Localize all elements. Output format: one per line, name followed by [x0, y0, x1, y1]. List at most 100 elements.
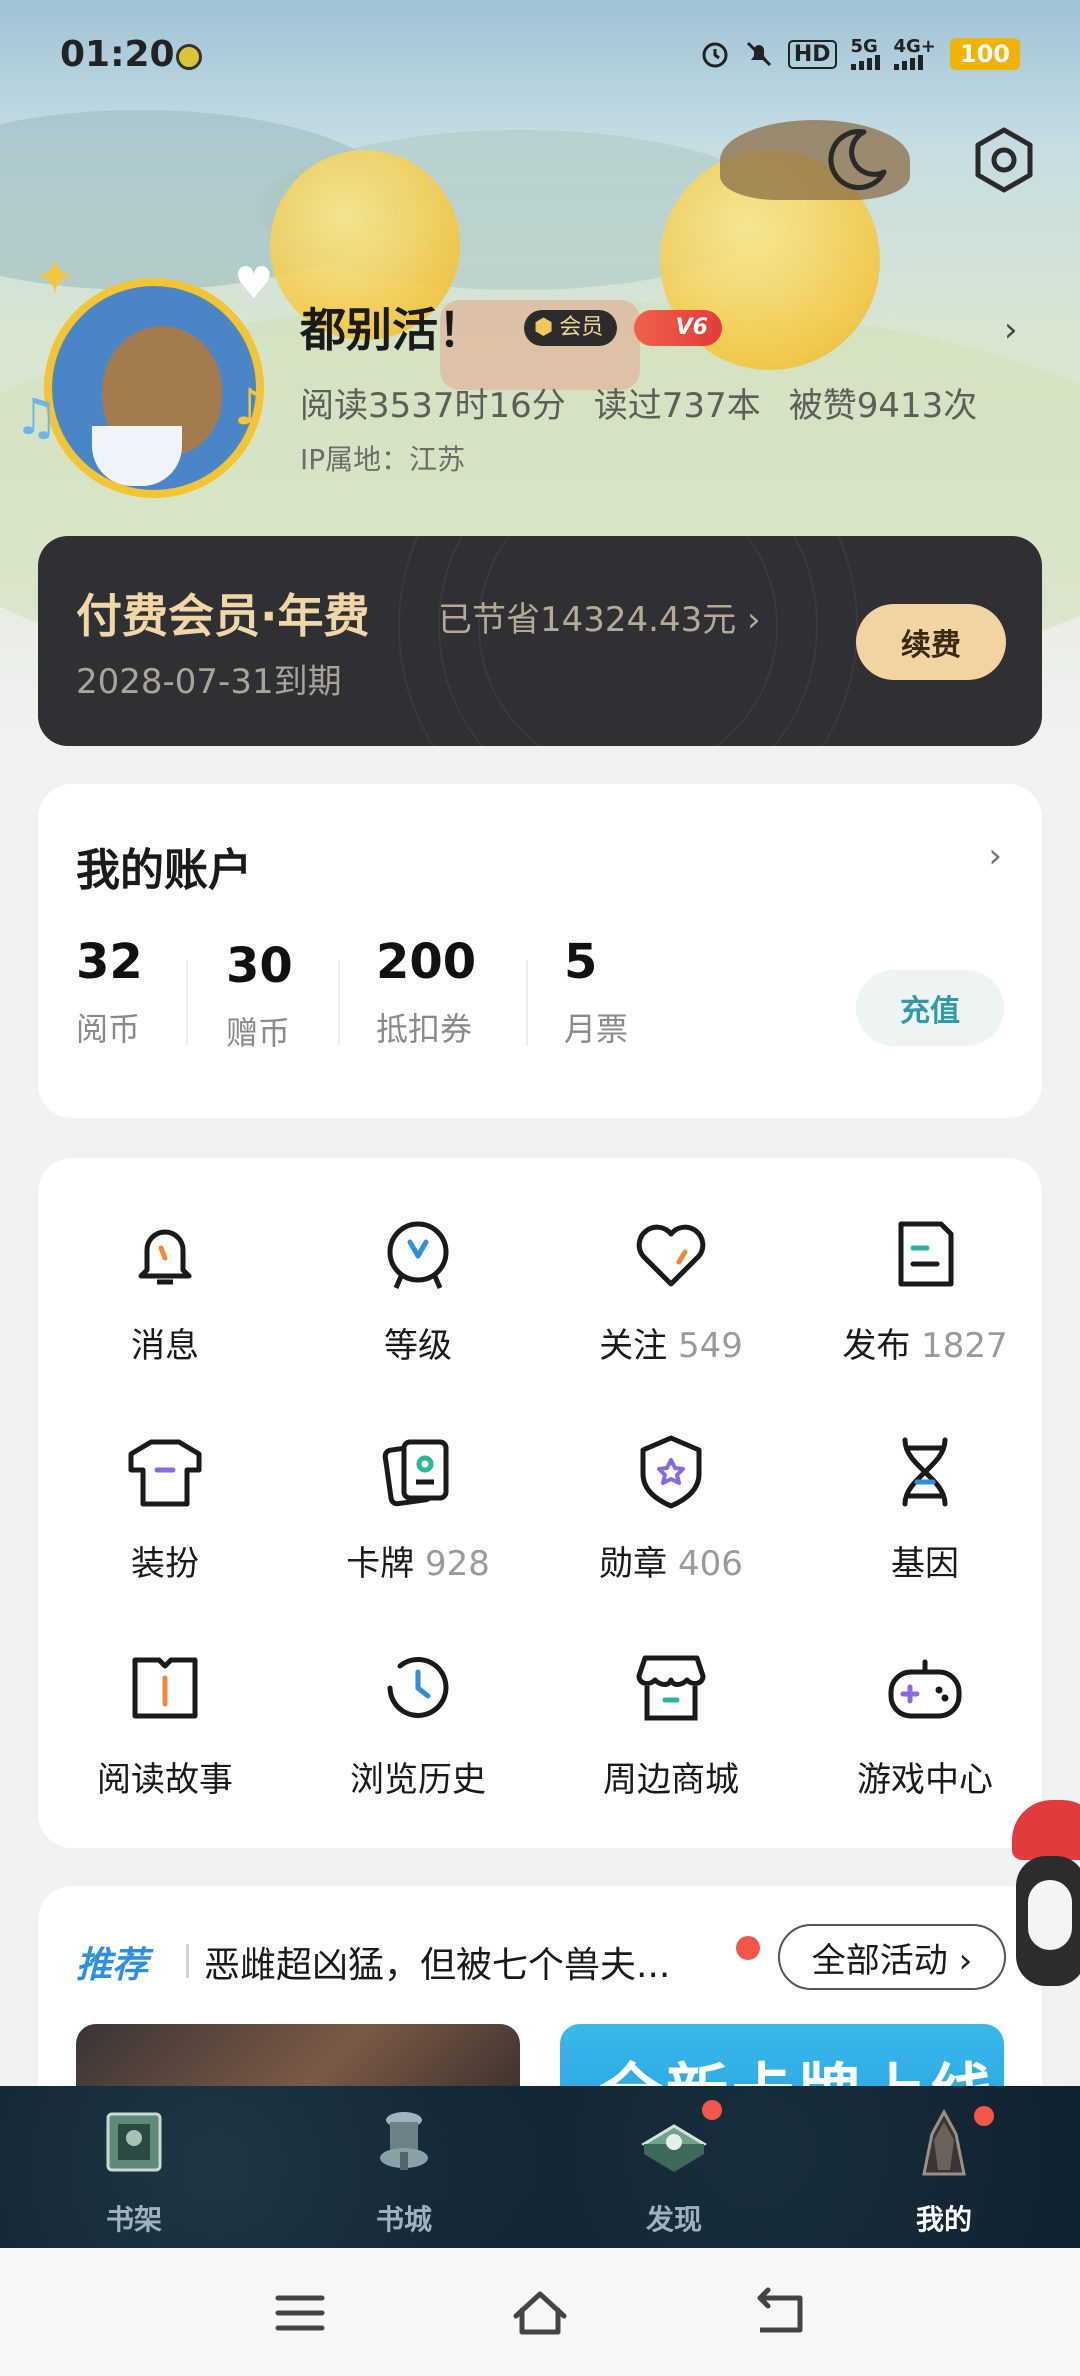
feature-follow[interactable]: 关注 549	[546, 1212, 796, 1367]
back-icon[interactable]	[750, 2286, 810, 2340]
member-badge[interactable]: ⬢ 会员	[524, 310, 618, 346]
mine-notification-dot	[974, 2106, 994, 2126]
account-label: 抵扣券	[376, 1010, 473, 1048]
moon-icon[interactable]	[820, 124, 892, 196]
account-item-monthly-ticket[interactable]: 5 月票	[564, 934, 628, 1050]
divider	[338, 960, 340, 1046]
menu-icon[interactable]	[270, 2286, 330, 2340]
membership-card[interactable]: 付费会员·年费 已节省14324.43元 › 2028-07-31到期 续费	[38, 536, 1042, 746]
account-item-voucher[interactable]: 200 抵扣券	[376, 934, 476, 1050]
bell-icon	[138, 1229, 192, 1285]
bottom-tab-bar: 书架 书城 发现 我的	[0, 2086, 1080, 2248]
chevron-right-icon[interactable]: ›	[988, 836, 1002, 876]
music-note-icon: ♪	[234, 378, 266, 436]
recharge-button[interactable]: 充值	[856, 970, 1004, 1046]
avatar-image	[44, 278, 264, 498]
level-icon	[387, 1221, 449, 1289]
tab-label: 书架	[105, 2203, 162, 2236]
account-value: 30	[226, 938, 293, 994]
feature-gene[interactable]: 基因	[800, 1430, 1050, 1585]
feature-grid: 消息 等级 关注 549 发布 1827 装扮 卡牌 928 勋章 406 基因…	[38, 1158, 1042, 1848]
heart-icon	[636, 1224, 706, 1287]
tab-label: 发现	[645, 2203, 702, 2236]
status-bar: 01:20 HD 5G 4G+ 100	[0, 0, 1080, 110]
feature-medals[interactable]: 勋章 406	[546, 1430, 796, 1585]
all-activities-button[interactable]: 全部活动 ›	[778, 1924, 1006, 1990]
profile-stats: 阅读3537时16分 读过737本 被赞9413次	[300, 378, 977, 427]
reading-time: 阅读3537时16分	[300, 386, 566, 426]
feature-dressup[interactable]: 装扮	[40, 1430, 290, 1585]
account-item-zengbi[interactable]: 30 赠币	[226, 934, 293, 1054]
gamepad-icon	[888, 1659, 962, 1719]
bookstore-icon	[380, 2112, 428, 2170]
feature-history[interactable]: 浏览历史	[293, 1646, 543, 1801]
hd-icon: HD	[787, 39, 837, 69]
discover-notification-dot	[702, 2100, 722, 2120]
heart-deco-icon: ♥	[234, 258, 274, 309]
feature-label: 卡牌	[346, 1544, 415, 1584]
membership-saved[interactable]: 已节省14324.43元 ›	[438, 592, 761, 641]
book-icon	[132, 1657, 198, 1719]
renew-button[interactable]: 续费	[856, 604, 1006, 680]
app-notification-icon	[176, 44, 202, 70]
tab-bookshelf[interactable]: 书架	[34, 2100, 234, 2238]
membership-expiry: 2028-07-31到期	[76, 662, 342, 702]
feature-count: 1827	[921, 1326, 1008, 1366]
account-title[interactable]: 我的账户	[76, 834, 252, 898]
feature-label: 勋章	[599, 1544, 668, 1584]
recommend-headline[interactable]: 恶雌超凶猛，但被七个兽夫...	[204, 1936, 670, 1988]
tab-bookstore[interactable]: 书城	[304, 2100, 504, 2238]
cards-icon	[382, 1439, 449, 1507]
vip-level-badge[interactable]: V6	[634, 310, 722, 346]
feature-messages[interactable]: 消息	[40, 1212, 290, 1367]
divider	[526, 960, 528, 1046]
divider	[186, 1944, 189, 1978]
avatar[interactable]: ✦ ♥ ♪ ♫	[14, 248, 274, 508]
home-icon[interactable]	[510, 2286, 570, 2340]
tab-mine[interactable]: 我的	[844, 2100, 1044, 2238]
feature-shop[interactable]: 周边商城	[546, 1646, 796, 1801]
feature-label: 周边商城	[603, 1760, 739, 1800]
history-icon	[387, 1657, 449, 1718]
feature-label: 游戏中心	[857, 1760, 993, 1800]
feature-label: 等级	[384, 1326, 452, 1366]
membership-title: 付费会员·年费	[76, 589, 370, 643]
feature-label: 发布	[842, 1326, 911, 1366]
feature-label: 消息	[131, 1326, 199, 1366]
medal-icon	[640, 1435, 702, 1509]
likes-received: 被赞9413次	[788, 386, 978, 426]
status-time: 01:20	[60, 34, 175, 75]
username[interactable]: 都别活！	[300, 294, 484, 360]
feature-label: 浏览历史	[350, 1760, 486, 1800]
dna-icon	[902, 1437, 948, 1507]
tab-label: 我的	[915, 2203, 972, 2236]
member-shield-icon: ⬢	[534, 315, 554, 340]
tab-discover[interactable]: 发现	[574, 2100, 774, 2238]
chevron-right-icon[interactable]: ›	[1004, 310, 1018, 350]
status-icons: HD 5G 4G+ 100	[700, 37, 1020, 70]
signal-4g-icon: 4G+	[893, 37, 936, 70]
account-label: 月票	[564, 1010, 629, 1048]
account-value: 200	[376, 934, 477, 990]
gear-icon[interactable]	[968, 124, 1040, 196]
feature-cards[interactable]: 卡牌 928	[293, 1430, 543, 1585]
feature-label: 关注	[599, 1326, 668, 1366]
signal-5g-icon: 5G	[850, 37, 880, 70]
feature-level[interactable]: 等级	[293, 1212, 543, 1367]
account-item-yuebi[interactable]: 32 阅币	[76, 934, 143, 1050]
profile-icon	[922, 2108, 966, 2176]
recommend-tag: 推荐	[76, 1945, 149, 1986]
feature-publish[interactable]: 发布 1827	[800, 1212, 1050, 1367]
ip-location: IP属地：江苏	[300, 443, 466, 476]
music-note-icon: ♫	[14, 388, 59, 446]
feature-reading-story[interactable]: 阅读故事	[40, 1646, 290, 1801]
publish-icon	[898, 1221, 954, 1287]
floating-mascot[interactable]	[1012, 1800, 1080, 2010]
account-label: 阅币	[76, 1010, 141, 1048]
feature-label: 阅读故事	[97, 1760, 233, 1800]
feature-game-center[interactable]: 游戏中心	[800, 1646, 1050, 1801]
tshirt-icon	[128, 1439, 202, 1507]
account-label: 赠币	[226, 1014, 291, 1052]
account-value: 5	[564, 934, 598, 990]
feature-count: 928	[424, 1544, 490, 1584]
